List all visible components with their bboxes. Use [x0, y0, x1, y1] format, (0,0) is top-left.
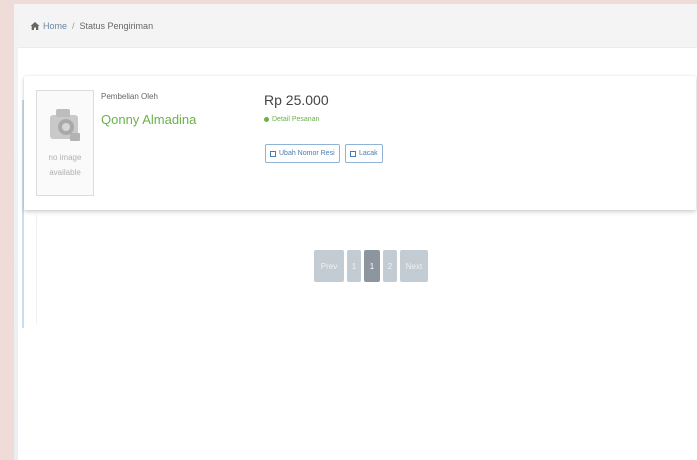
- pagination-page-before[interactable]: 1: [347, 250, 361, 282]
- breadcrumb-current: Status Pengiriman: [79, 20, 154, 31]
- buyer-label: Pembelian Oleh: [101, 92, 158, 101]
- left-strip: [14, 4, 18, 460]
- pagination-next[interactable]: Next: [400, 250, 428, 282]
- home-icon[interactable]: [30, 21, 40, 31]
- breadcrumb-separator: /: [72, 20, 75, 31]
- edit-resi-button[interactable]: Ubah Nomor Resi: [265, 144, 340, 163]
- order-detail-label: Detail Pesanan: [272, 116, 320, 123]
- order-price: Rp 25.000: [264, 92, 329, 108]
- order-card: no image available Pembelian Oleh Qonny …: [24, 76, 696, 210]
- order-detail-link[interactable]: Detail Pesanan: [264, 116, 319, 123]
- pagination-prev[interactable]: Prev: [314, 250, 344, 282]
- pagination-page-after[interactable]: 2: [383, 250, 397, 282]
- edit-resi-label: Ubah Nomor Resi: [279, 150, 335, 157]
- pagination-page-current[interactable]: 1: [364, 250, 380, 282]
- status-dot-icon: [264, 117, 269, 122]
- page: Home / Status Pengiriman no image availa…: [14, 4, 697, 460]
- product-thumbnail: no image available: [36, 90, 94, 196]
- edit-icon: [270, 150, 276, 157]
- track-icon: [350, 150, 356, 157]
- no-image-line2: available: [49, 168, 81, 177]
- track-button[interactable]: Lacak: [345, 144, 383, 163]
- pagination: Prev 1 1 2 Next: [314, 250, 428, 282]
- no-image-line1: no image: [48, 153, 82, 162]
- breadcrumb-home-link[interactable]: Home: [43, 21, 67, 31]
- buyer-name[interactable]: Qonny Almadina: [101, 112, 196, 127]
- camera-icon: [50, 109, 80, 141]
- breadcrumb: Home / Status Pengiriman: [18, 4, 697, 48]
- track-label: Lacak: [359, 150, 378, 157]
